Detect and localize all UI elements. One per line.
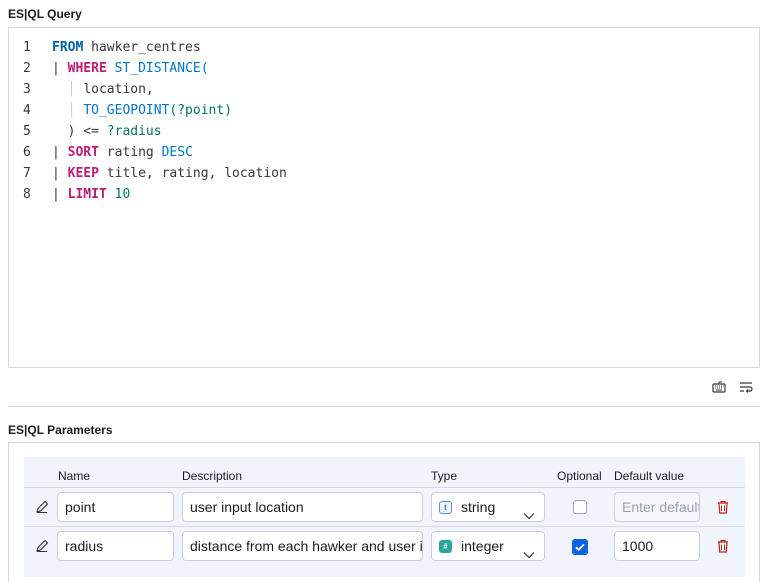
code-token: FROM [52, 40, 84, 55]
code-text: │ TO_GEOPOINT(?point) [52, 100, 232, 121]
word-wrap-icon[interactable] [739, 380, 753, 394]
keyboard-shortcuts-icon[interactable] [712, 380, 726, 394]
code-token: ST_DISTANCE [114, 61, 201, 76]
param-name-input[interactable]: radius [57, 531, 174, 561]
column-header-description: Description [182, 469, 243, 483]
param-type-value: integer [461, 538, 504, 554]
code-token: | [52, 166, 68, 181]
code-token: 10 [114, 187, 131, 202]
code-text: │ location, [52, 79, 154, 100]
code-token: ?radius [106, 124, 162, 139]
line-number: 2 [23, 61, 31, 76]
optional-checkbox[interactable] [573, 500, 587, 514]
code-token: rating [98, 145, 162, 160]
column-header-name: Name [58, 469, 91, 483]
line-number: 7 [23, 166, 31, 181]
line-number: 5 [23, 124, 31, 139]
column-header-type: Type [431, 469, 458, 483]
code-token: │ [52, 82, 84, 97]
line-number: 1 [23, 40, 31, 55]
code-token: ( [200, 61, 209, 76]
pencil-icon[interactable] [35, 539, 51, 555]
code-text: | KEEP title, rating, location [52, 163, 287, 184]
code-token: SORT [67, 145, 99, 160]
trash-icon[interactable] [716, 500, 732, 516]
code-token: ) <= [67, 124, 107, 139]
string-type-icon: t [439, 500, 452, 514]
chevron-down-icon [523, 541, 535, 560]
line-number: 8 [23, 187, 31, 202]
trash-icon[interactable] [716, 539, 732, 555]
code-token: │ [52, 103, 84, 118]
code-token: | [52, 145, 68, 160]
code-token: (?point) [169, 103, 233, 118]
row-separator [24, 526, 745, 527]
code-text: | WHERE ST_DISTANCE( [52, 58, 209, 79]
param-description-input[interactable]: user input location [182, 492, 423, 522]
code-token: TO_GEOPOINT [83, 103, 170, 118]
query-section-label: ES|QL Query [8, 7, 82, 21]
param-type-select[interactable]: t string [431, 492, 545, 522]
default-value-input[interactable]: Enter default value [614, 492, 700, 522]
column-header-optional: Optional [557, 469, 602, 483]
code-text: | LIMIT 10 [52, 184, 130, 205]
checkmark-icon [575, 543, 585, 552]
line-number: 6 [23, 145, 31, 160]
code-token: location, [83, 82, 154, 97]
param-type-select[interactable]: # integer [431, 531, 545, 561]
code-token: LIMIT [67, 187, 107, 202]
param-type-value: string [461, 499, 496, 515]
code-token: DESC [161, 145, 193, 160]
number-type-icon: # [439, 539, 452, 553]
code-token: | [52, 61, 68, 76]
code-token: KEEP [67, 166, 99, 181]
section-divider [8, 406, 760, 407]
line-number: 3 [23, 82, 31, 97]
line-number: 4 [23, 103, 31, 118]
code-token: WHERE [67, 61, 107, 76]
pencil-icon[interactable] [35, 500, 51, 516]
param-description-input[interactable]: distance from each hawker and user input… [182, 531, 423, 561]
column-header-default-value: Default value [614, 469, 685, 483]
chevron-down-icon [523, 502, 535, 521]
code-text: FROM hawker_centres [52, 37, 201, 58]
esql-query-editor[interactable]: 1 FROM hawker_centres 2 | WHERE ST_DISTANCE… [8, 27, 760, 368]
optional-checkbox[interactable] [572, 539, 588, 555]
row-separator [24, 487, 745, 488]
param-name-input[interactable]: point [57, 492, 174, 522]
code-token: hawker_centres [83, 40, 201, 55]
code-text: ) <= ?radius [52, 121, 162, 142]
code-token: title, rating, location [98, 166, 287, 181]
code-text: | SORT rating DESC [52, 142, 193, 163]
code-token: | [52, 187, 68, 202]
default-value-input[interactable]: 1000 [614, 531, 700, 561]
params-section-label: ES|QL Parameters [8, 423, 113, 437]
